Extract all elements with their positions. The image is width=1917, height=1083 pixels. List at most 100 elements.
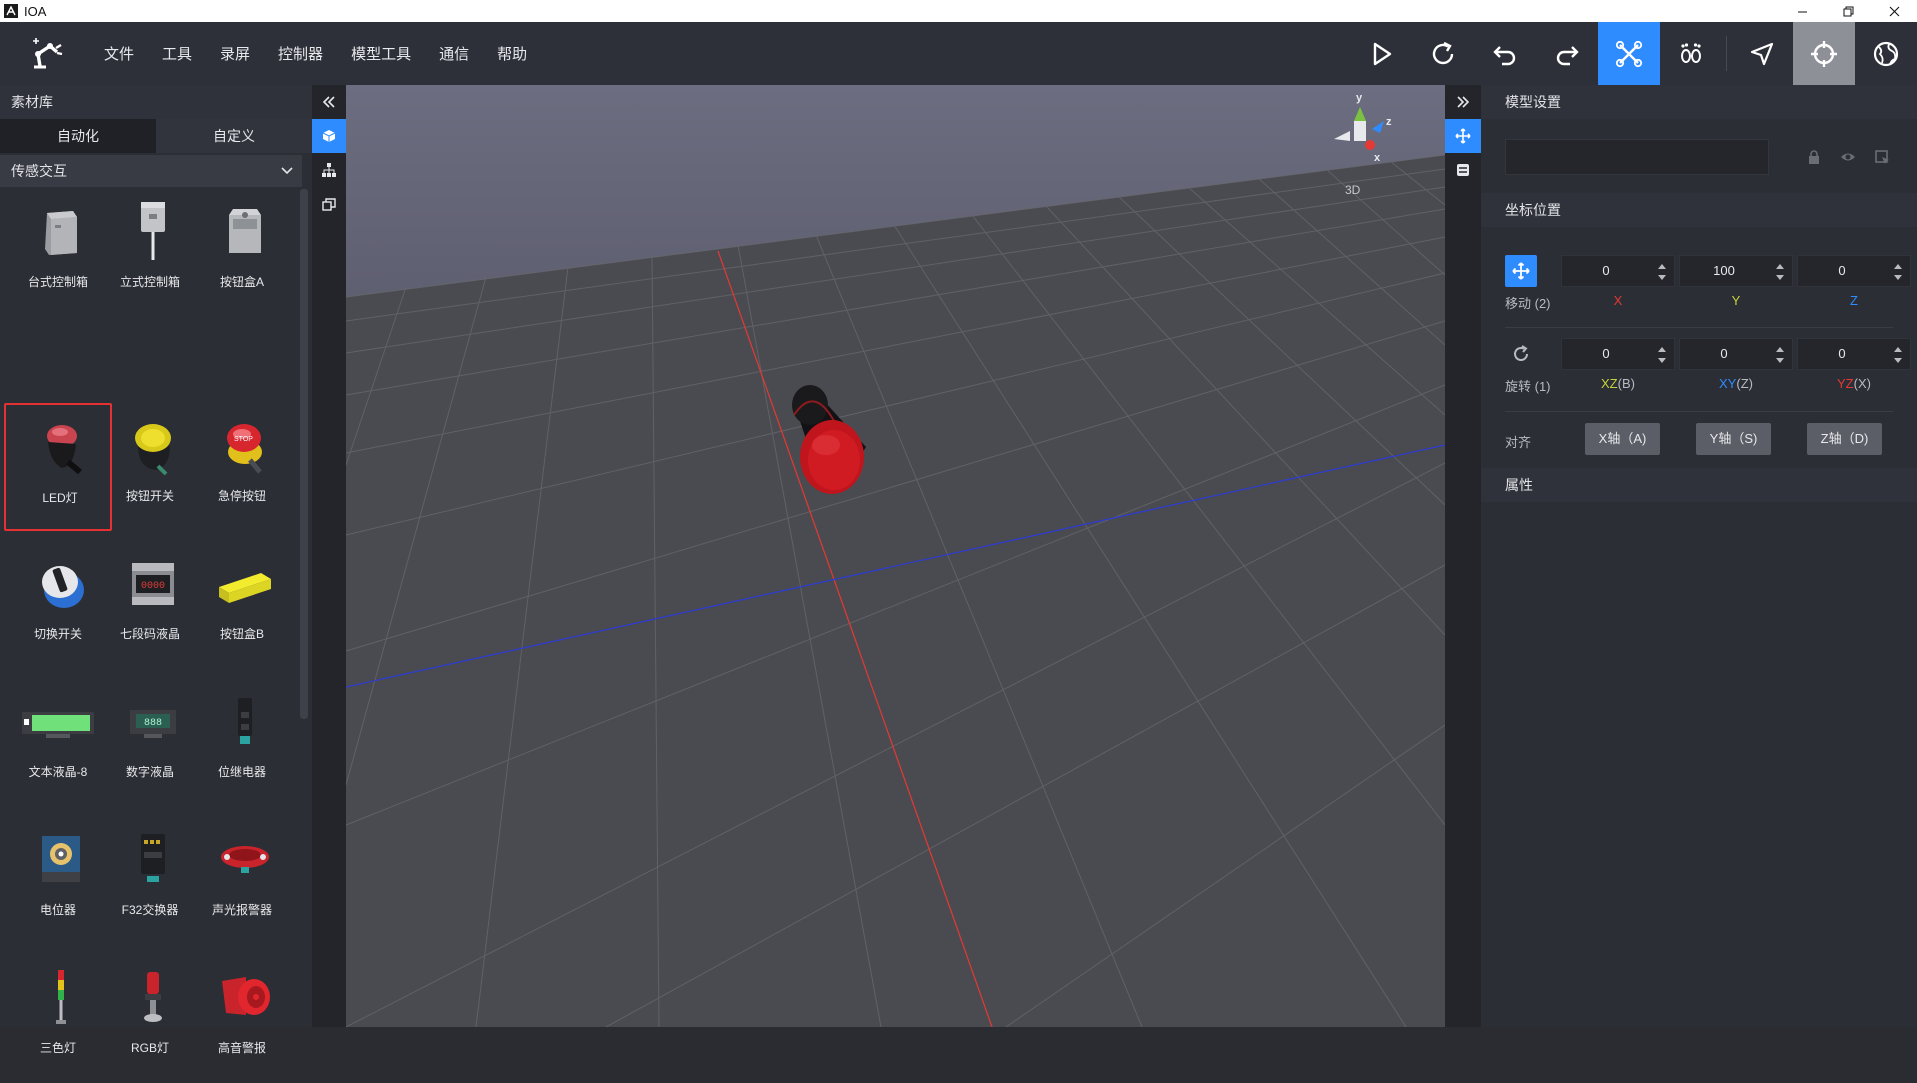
library-item-emergency-stop[interactable]: STOP 急停按钮 [188, 403, 296, 531]
move-icon [1455, 128, 1471, 144]
axis-label-x: X [1613, 293, 1623, 308]
move-mode-button[interactable] [1505, 255, 1537, 287]
align-label: 对齐 [1505, 435, 1532, 450]
rotate-xz-input[interactable]: 0 [1561, 338, 1675, 370]
coords-section-title: 坐标位置 [1481, 193, 1917, 227]
svg-text:STOP: STOP [234, 436, 253, 443]
axis-label-z: Z [1850, 293, 1858, 308]
stepper-arrows-icon[interactable] [1892, 260, 1904, 284]
item-label: 按钮盒A [219, 275, 264, 289]
double-chevron-right-icon [1457, 96, 1470, 108]
stepper-arrows-icon[interactable] [1656, 260, 1668, 284]
redo-button[interactable] [1536, 22, 1598, 85]
refresh-button[interactable] [1412, 22, 1474, 85]
toolbar-separator [1726, 36, 1727, 71]
digital-lcd-readout: 888 [144, 718, 162, 729]
eye-icon [1841, 153, 1855, 161]
standing-control-box-icon [141, 202, 165, 260]
boxes-icon [322, 198, 336, 211]
properties-tab-button[interactable] [1445, 153, 1481, 187]
menu-record[interactable]: 录屏 [220, 43, 250, 64]
focus-button[interactable] [1793, 22, 1855, 85]
item-label: 位继电器 [217, 765, 266, 779]
stepper-arrows-icon[interactable] [1656, 343, 1668, 367]
rotate-xy-input[interactable]: 0 [1679, 338, 1793, 370]
world-button[interactable] [1855, 22, 1917, 85]
emergency-stop-icon: STOP [227, 424, 262, 474]
transform-tab-button[interactable] [1445, 119, 1481, 153]
rotate-icon [1514, 345, 1528, 361]
model-settings-title: 模型设置 [1481, 85, 1917, 119]
menu-help[interactable]: 帮助 [497, 43, 527, 64]
three-color-light-icon [56, 970, 66, 1024]
undo-button[interactable] [1474, 22, 1536, 85]
walk-mode-button[interactable] [1660, 22, 1722, 85]
right-tool-strip [1445, 85, 1481, 1027]
globe-icon [1873, 41, 1899, 66]
divider [1505, 327, 1893, 328]
rotate-xy-value: 0 [1720, 346, 1728, 361]
3d-viewport[interactable]: y z x 3D [346, 85, 1445, 1027]
robot-arm-logo-icon [33, 38, 63, 69]
window-title: IOA [24, 3, 47, 19]
category-dropdown[interactable]: 传感交互 [0, 155, 302, 187]
cube-icon [322, 130, 336, 142]
model-settings-panel: 模型设置 坐标位置 移动 (2) 0 100 0 X Y Z 旋转 (1) 0 … [1481, 85, 1917, 1027]
menu-file[interactable]: 文件 [104, 43, 134, 64]
stepper-arrows-icon[interactable] [1774, 343, 1786, 367]
collapse-right-button[interactable] [1445, 85, 1481, 119]
rotate-mode-button[interactable] [1505, 338, 1537, 370]
library-title: 素材库 [0, 85, 312, 119]
hierarchy-tab-button[interactable] [312, 153, 346, 187]
tab-automation[interactable]: 自动化 [0, 119, 156, 153]
move-z-input[interactable]: 0 [1797, 255, 1911, 287]
library-scrollbar[interactable] [300, 189, 308, 719]
view-mode-label[interactable]: 3D [1345, 183, 1360, 197]
collapse-left-button[interactable] [312, 85, 346, 119]
scene-canvas[interactable] [346, 85, 1445, 1027]
move-y-input[interactable]: 100 [1679, 255, 1793, 287]
scene-objects-tab-button[interactable] [312, 187, 346, 221]
undo-icon [1493, 45, 1516, 65]
align-x-button[interactable]: X轴（A) [1585, 423, 1660, 455]
move-x-value: 0 [1602, 263, 1610, 278]
library-item-button-box-a[interactable]: 按钮盒A [188, 189, 296, 317]
move-x-input[interactable]: 0 [1561, 255, 1675, 287]
library-item-sound-light-alarm[interactable]: 声光报警器 [188, 817, 296, 945]
orientation-gizmo[interactable]: y z x [1320, 91, 1400, 171]
library-item-high-pitch-alarm[interactable]: 高音警报 [188, 955, 296, 1083]
menu-tools[interactable]: 工具 [162, 43, 192, 64]
minimize-button[interactable] [1779, 0, 1825, 22]
align-z-button[interactable]: Z轴（D) [1807, 423, 1882, 455]
lock-button[interactable] [1797, 147, 1831, 167]
crosshair-icon [1811, 40, 1837, 67]
library-item-relay[interactable]: 位继电器 [188, 679, 296, 807]
library-item-button-box-b[interactable]: 按钮盒B [188, 541, 296, 669]
rgb-light-icon [144, 972, 162, 1022]
stepper-arrows-icon[interactable] [1774, 260, 1786, 284]
align-y-button[interactable]: Y轴（S) [1696, 423, 1771, 455]
rotate-yz-input[interactable]: 0 [1797, 338, 1911, 370]
menu-controller[interactable]: 控制器 [278, 43, 323, 64]
model-name-input[interactable] [1505, 139, 1769, 175]
tab-custom[interactable]: 自定义 [156, 119, 312, 153]
menu-model-tools[interactable]: 模型工具 [351, 43, 411, 64]
menu-communication[interactable]: 通信 [439, 43, 469, 64]
select-button[interactable] [1731, 22, 1793, 85]
button-switch-icon [135, 424, 171, 476]
play-button[interactable] [1350, 22, 1412, 85]
move-label: 移动 (2) [1505, 296, 1551, 311]
select-model-button[interactable] [1865, 147, 1899, 167]
models-tab-button[interactable] [312, 119, 346, 153]
stepper-arrows-icon[interactable] [1892, 343, 1904, 367]
fly-mode-button[interactable] [1598, 22, 1660, 85]
refresh-icon [1432, 41, 1454, 64]
restore-button[interactable] [1825, 0, 1871, 22]
pointer-icon [1750, 42, 1774, 65]
digital-lcd-icon: 888 [130, 710, 176, 738]
item-label: 声光报警器 [211, 903, 272, 917]
visibility-button[interactable] [1831, 147, 1865, 167]
seven-segment-readout: 0000 [141, 581, 165, 592]
footprints-icon [1681, 42, 1701, 63]
close-window-button[interactable] [1871, 0, 1917, 22]
